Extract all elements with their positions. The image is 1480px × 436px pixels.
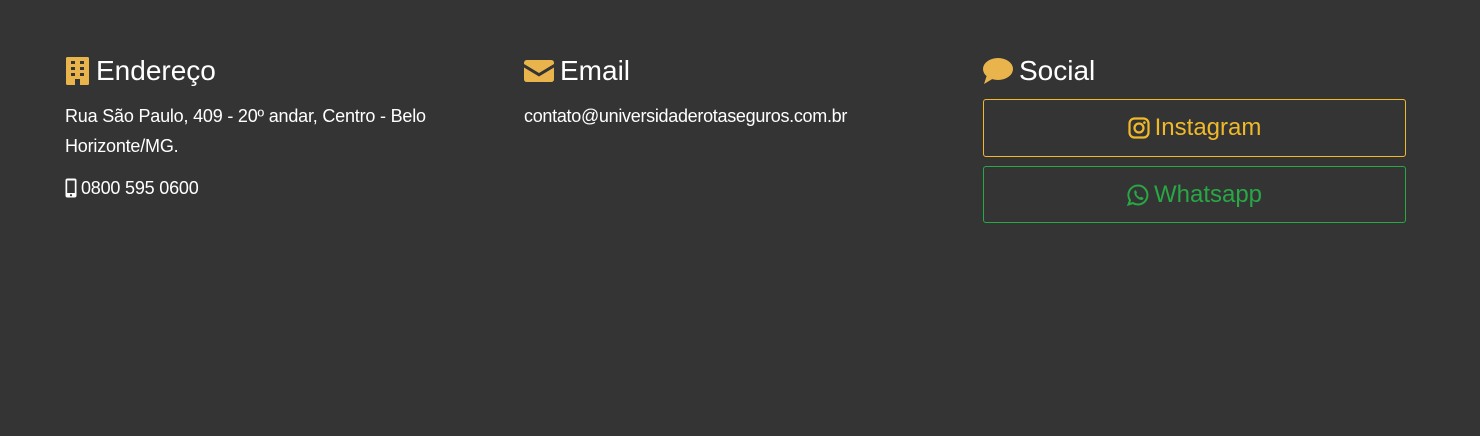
social-title: Social xyxy=(1019,55,1096,86)
address-section: Endereço Rua São Paulo, 409 - 20º andar,… xyxy=(65,55,485,199)
instagram-icon xyxy=(1128,117,1150,139)
address-heading: Endereço xyxy=(65,55,485,87)
whatsapp-label: Whatsapp xyxy=(1153,180,1263,208)
email-title: Email xyxy=(560,55,631,86)
street-address: Rua São Paulo, 409 - 20º andar, Centro -… xyxy=(65,106,426,156)
email-heading: Email xyxy=(524,55,944,87)
phone-number-row: 0800 595 0600 xyxy=(65,177,485,199)
building-icon xyxy=(65,57,90,85)
social-heading: Social xyxy=(983,55,1406,87)
site-footer: Endereço Rua São Paulo, 409 - 20º andar,… xyxy=(0,0,1480,436)
phone-number: 0800 595 0600 xyxy=(81,178,199,198)
whatsapp-icon xyxy=(1126,183,1149,206)
email-address[interactable]: contato@universidaderotaseguros.com.br xyxy=(524,101,944,131)
envelope-icon xyxy=(524,60,554,82)
instagram-button[interactable]: Instagram xyxy=(983,99,1406,157)
comment-icon xyxy=(983,58,1013,84)
whatsapp-button[interactable]: Whatsapp xyxy=(983,166,1406,223)
social-section: Social Instagram Whatsapp xyxy=(983,55,1406,223)
mobile-phone-icon xyxy=(65,178,77,198)
instagram-label: Instagram xyxy=(1154,114,1262,141)
email-section: Email contato@universidaderotaseguros.co… xyxy=(524,55,944,131)
address-title: Endereço xyxy=(96,55,216,86)
